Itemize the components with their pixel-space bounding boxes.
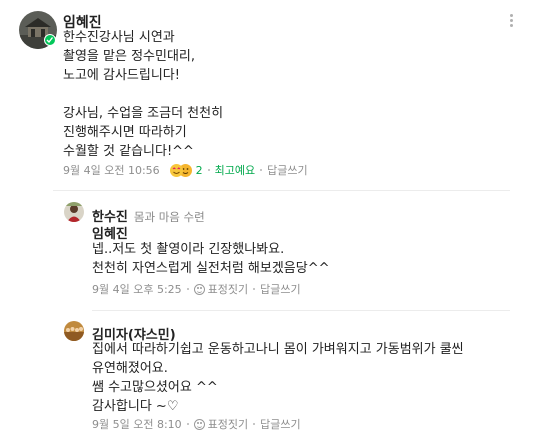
smile-icon[interactable] xyxy=(193,283,205,295)
separator-dot xyxy=(253,288,256,290)
reply-comment-item: 한수진 몸과 마음 수련 임혜진 넵..저도 첫 촬영이라 긴장했나봐요. 천천히… xyxy=(0,190,535,310)
react-button[interactable]: 표정짓기 xyxy=(208,416,248,432)
smile-icon[interactable] xyxy=(193,418,205,430)
staff-badge-icon xyxy=(44,34,56,46)
comment-date: 9월 5일 오전 8:10 xyxy=(92,418,182,431)
react-button[interactable]: 표정짓기 xyxy=(208,281,248,297)
comment-text-line: 노고에 감사드립니다! xyxy=(63,68,180,83)
comment-date: 9월 4일 오전 10:56 xyxy=(63,164,160,177)
comment-text-line: 수월할 것 같습니다!^^ xyxy=(63,144,194,159)
comment-text-line: 감사합니다 ~♡ xyxy=(92,399,179,414)
reaction-emoji-icon[interactable] xyxy=(169,163,192,177)
separator-dot xyxy=(186,288,189,290)
comment-text-line: 쌤 수고많으셨어요 ^^ xyxy=(92,380,218,395)
group-photo-avatar[interactable] xyxy=(64,321,84,341)
reply-button[interactable]: 답글쓰기 xyxy=(260,281,300,297)
comment-text-line: 천천히 자연스럽게 실전처럼 해보겠음당^^ xyxy=(92,261,330,276)
more-options-icon[interactable] xyxy=(510,14,514,27)
comment-text-line: 넵..저도 첫 촬영이라 긴장했나봐요. xyxy=(92,242,285,257)
profile-photo-avatar[interactable] xyxy=(64,202,84,222)
separator-dot xyxy=(260,169,263,171)
comment-text-line: 유연해졌어요. xyxy=(92,361,168,376)
separator-dot xyxy=(186,423,189,425)
comment-meta: 9월 4일 오후 5:25 표정짓기 답글쓰기 xyxy=(92,281,301,297)
comment-date: 9월 4일 오후 5:25 xyxy=(92,283,182,296)
reply-button[interactable]: 답글쓰기 xyxy=(267,162,307,178)
reply-comment-item: 김미자(쟈스민) 집에서 따라하기쉽고 운동하고나니 몸이 가벼워지고 가동범위… xyxy=(0,310,535,438)
comment-meta: 9월 4일 오전 10:56 2 최고예요 답글쓰기 xyxy=(63,162,308,178)
separator-dot xyxy=(207,169,210,171)
comment-text-line: 한수진강사님 시연과 xyxy=(63,30,175,45)
reaction-count[interactable]: 2 xyxy=(196,164,203,177)
comment-text-line: 진행해주시면 따라하기 xyxy=(63,125,187,140)
author-nickname: 몸과 마음 수련 xyxy=(133,210,205,224)
best-reaction-button[interactable]: 최고예요 xyxy=(215,162,255,178)
reply-button[interactable]: 답글쓰기 xyxy=(260,416,300,432)
comment-text-line: 집에서 따라하기쉽고 운동하고나니 몸이 가벼워지고 가동범위가 쿨씬 xyxy=(92,342,464,357)
comment-meta: 9월 5일 오전 8:10 표정짓기 답글쓰기 xyxy=(92,416,301,432)
comment-text-line: 강사님, 수업을 조금더 천천히 xyxy=(63,106,224,121)
comment-text-line: 촬영을 맡은 정수민대리, xyxy=(63,49,195,64)
separator-dot xyxy=(253,423,256,425)
comment-item: 임혜진 한수진강사님 시연과 촬영을 맡은 정수민대리, 노고에 감사드립니다!… xyxy=(0,0,535,190)
